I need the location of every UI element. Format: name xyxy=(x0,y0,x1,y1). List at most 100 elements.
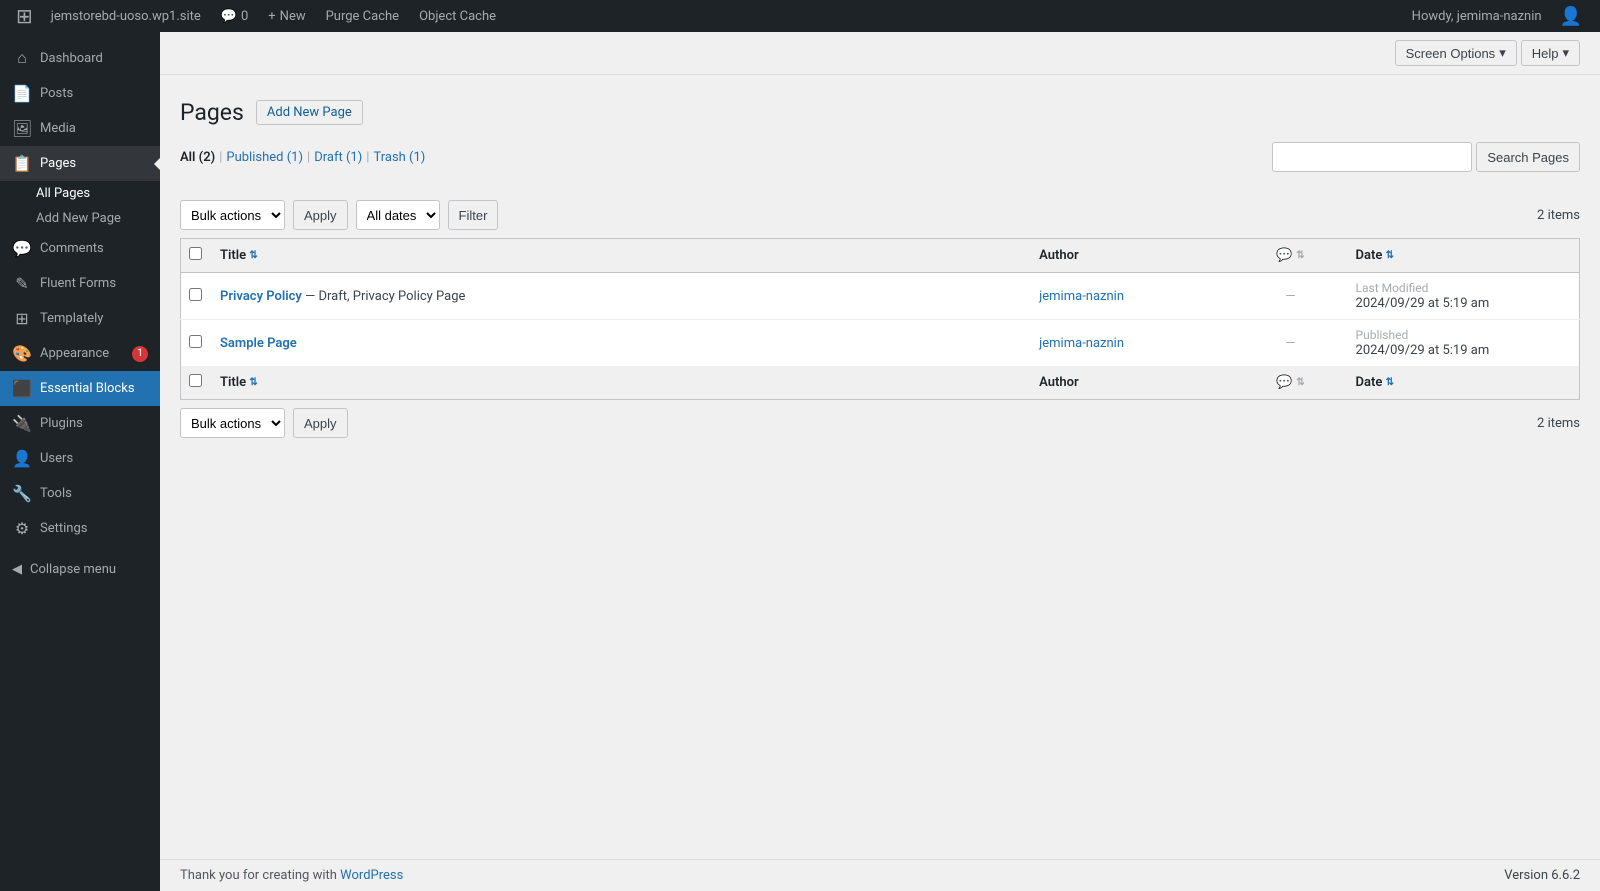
help-label: Help xyxy=(1532,46,1559,61)
author-column-header: Author xyxy=(1029,239,1235,273)
sidebar-item-pages[interactable]: 📋 Pages xyxy=(0,146,160,181)
filter-all[interactable]: All (2) xyxy=(180,150,215,165)
title-sort-icon: ⇅ xyxy=(249,250,257,261)
row-author-0: jemima-naznin xyxy=(1029,273,1235,320)
search-pages-button[interactable]: Search Pages xyxy=(1476,142,1580,172)
sidebar-item-plugins[interactable]: 🔌 Plugins xyxy=(0,406,160,441)
sidebar-item-dashboard[interactable]: ⌂ Dashboard xyxy=(0,40,160,76)
page-title-link-0[interactable]: Privacy Policy xyxy=(220,289,302,304)
sidebar-item-fluent-forms[interactable]: ✎ Fluent Forms xyxy=(0,266,160,301)
comment-icon: 💬 xyxy=(221,9,237,24)
sidebar-label-comments: Comments xyxy=(40,241,104,256)
page-header: Pages Add New Page xyxy=(180,99,1580,126)
sidebar-item-media[interactable]: 🖼 Media xyxy=(0,111,160,146)
sidebar-item-tools[interactable]: 🔧 Tools xyxy=(0,476,160,511)
sidebar-item-comments[interactable]: 💬 Comments xyxy=(0,231,160,266)
sidebar-label-pages: Pages xyxy=(40,156,76,171)
comments-link[interactable]: 💬 0 xyxy=(211,0,259,32)
collapse-menu-button[interactable]: ◀ Collapse menu xyxy=(0,554,160,585)
title-column-header[interactable]: Title ⇅ xyxy=(210,239,1029,273)
site-name-link[interactable]: jemstorebd-uoso.wp1.site xyxy=(41,0,211,32)
new-content-link[interactable]: + New xyxy=(258,0,315,32)
comments-column-footer[interactable]: 💬 ⇅ xyxy=(1235,366,1345,400)
row-date-1: Published 2024/09/29 at 5:19 am xyxy=(1346,320,1580,367)
page-footer: Thank you for creating with WordPress Ve… xyxy=(160,859,1600,891)
row-date-0: Last Modified 2024/09/29 at 5:19 am xyxy=(1346,273,1580,320)
wordpress-link[interactable]: WordPress xyxy=(340,868,403,883)
dashboard-icon: ⌂ xyxy=(12,48,32,68)
apply-button-bottom[interactable]: Apply xyxy=(293,408,348,438)
settings-icon: ⚙ xyxy=(12,519,32,538)
sidebar-label-templately: Templately xyxy=(40,311,103,326)
table-row: Privacy Policy — Draft, Privacy Policy P… xyxy=(181,273,1580,320)
admin-sidebar: ⌂ Dashboard 📄 Posts 🖼 Media 📋 Pages All … xyxy=(0,32,160,891)
comments-count: 0 xyxy=(241,9,248,24)
author-link-1[interactable]: jemima-naznin xyxy=(1039,336,1124,351)
date-column-header[interactable]: Date ⇅ xyxy=(1346,239,1580,273)
screen-options-button[interactable]: Screen Options ▾ xyxy=(1395,40,1517,66)
sidebar-item-templately[interactable]: ⊞ Templately xyxy=(0,301,160,336)
date-label-0: Last Modified xyxy=(1356,281,1429,295)
row-title-0: Privacy Policy — Draft, Privacy Policy P… xyxy=(210,273,1029,320)
sidebar-item-posts[interactable]: 📄 Posts xyxy=(0,76,160,111)
sidebar-item-essential-blocks[interactable]: ⬛ Essential Blocks xyxy=(0,371,160,406)
date-sort-icon-footer: ⇅ xyxy=(1386,377,1394,388)
date-value-1: 2024/09/29 at 5:19 am xyxy=(1356,343,1490,358)
object-cache-link[interactable]: Object Cache xyxy=(409,0,506,32)
howdy-text: Howdy, jemima-naznin xyxy=(1404,9,1550,24)
sidebar-label-tools: Tools xyxy=(40,486,72,501)
filter-draft[interactable]: Draft (1) xyxy=(314,150,362,165)
comments-column-header[interactable]: 💬 ⇅ xyxy=(1235,239,1345,273)
row-select-0[interactable] xyxy=(189,288,202,301)
page-wrap: Pages Add New Page All (2) | Published (… xyxy=(160,75,1600,454)
pages-arrow-icon xyxy=(154,158,160,170)
top-bar: Screen Options ▾ Help ▾ xyxy=(160,32,1600,75)
filter-button[interactable]: Filter xyxy=(448,200,499,230)
author-column-footer: Author xyxy=(1029,366,1235,400)
sidebar-item-users[interactable]: 👤 Users xyxy=(0,441,160,476)
comments-icon: 💬 xyxy=(12,239,32,258)
date-column-footer[interactable]: Date ⇅ xyxy=(1346,366,1580,400)
date-filter-select[interactable]: All dates xyxy=(356,200,440,230)
sidebar-label-dashboard: Dashboard xyxy=(40,51,103,66)
sidebar-item-settings[interactable]: ⚙ Settings xyxy=(0,511,160,546)
date-label-1: Published xyxy=(1356,328,1409,342)
select-all-checkbox[interactable] xyxy=(189,247,202,260)
search-input[interactable] xyxy=(1272,142,1472,172)
sidebar-label-fluent-forms: Fluent Forms xyxy=(40,276,116,291)
help-button[interactable]: Help ▾ xyxy=(1521,40,1580,66)
sidebar-item-all-pages[interactable]: All Pages xyxy=(0,181,160,206)
add-new-page-button[interactable]: Add New Page xyxy=(256,100,363,125)
sidebar-label-users: Users xyxy=(40,451,73,466)
tools-icon: 🔧 xyxy=(12,484,32,503)
purge-cache-link[interactable]: Purge Cache xyxy=(316,0,409,32)
templately-icon: ⊞ xyxy=(12,309,32,328)
sidebar-item-add-new-page[interactable]: Add New Page xyxy=(0,206,160,231)
row-checkbox-1 xyxy=(181,320,211,367)
comment-count-0: — xyxy=(1285,289,1295,304)
filter-trash[interactable]: Trash (1) xyxy=(373,150,425,165)
select-all-footer xyxy=(181,366,211,400)
bulk-actions-select-bottom[interactable]: Bulk actions xyxy=(180,408,285,438)
select-all-header xyxy=(181,239,211,273)
bulk-actions-select-top[interactable]: Bulk actions xyxy=(180,200,285,230)
apply-button-top[interactable]: Apply xyxy=(293,200,348,230)
sidebar-label-posts: Posts xyxy=(40,86,73,101)
admin-bar: ⊞ jemstorebd-uoso.wp1.site 💬 0 + New Pur… xyxy=(0,0,1600,32)
page-title-link-1[interactable]: Sample Page xyxy=(220,336,297,351)
sidebar-label-plugins: Plugins xyxy=(40,416,83,431)
sidebar-label-essential-blocks: Essential Blocks xyxy=(40,381,135,396)
collapse-icon: ◀ xyxy=(12,562,22,577)
row-select-1[interactable] xyxy=(189,335,202,348)
sidebar-item-appearance[interactable]: 🎨 Appearance 1 xyxy=(0,336,160,371)
sidebar-label-appearance: Appearance xyxy=(40,346,109,361)
bottom-item-count: 2 items xyxy=(1537,416,1580,431)
sidebar-label-media: Media xyxy=(40,121,76,136)
wp-logo-icon[interactable]: ⊞ xyxy=(8,4,41,28)
filter-published[interactable]: Published (1) xyxy=(226,150,303,165)
title-column-footer[interactable]: Title ⇅ xyxy=(210,366,1029,400)
select-all-checkbox-footer[interactable] xyxy=(189,374,202,387)
comment-bubble-icon-footer: 💬 xyxy=(1276,375,1292,390)
author-link-0[interactable]: jemima-naznin xyxy=(1039,289,1124,304)
user-avatar[interactable]: 👤 xyxy=(1550,0,1592,32)
